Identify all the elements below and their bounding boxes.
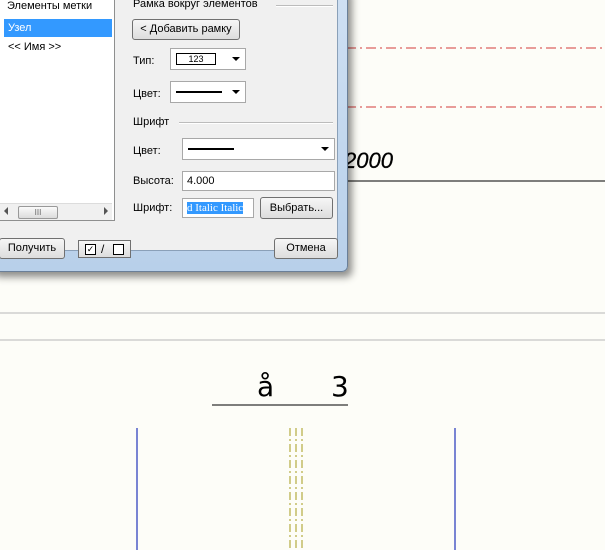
checked-checkbox-icon: ✓ (85, 244, 96, 255)
label-elements-title: Элементы метки (7, 0, 93, 12)
font-section-label: Шрифт (133, 116, 170, 128)
check-toggle-button[interactable]: ✓ / (78, 240, 131, 258)
choose-font-button[interactable]: Выбрать... (260, 197, 333, 219)
unchecked-checkbox-icon (113, 244, 124, 255)
scroll-left-icon[interactable] (4, 207, 8, 215)
height-input[interactable]: 4.000 (182, 171, 335, 191)
color-line-preview (176, 91, 222, 93)
chevron-down-icon[interactable] (232, 57, 240, 61)
chevron-down-icon[interactable] (232, 90, 240, 94)
type-label: Тип: (133, 55, 155, 67)
label-3: 3 (331, 370, 349, 403)
frame-group-title: Рамка вокруг элементов (133, 0, 258, 10)
font-input[interactable]: d Italic Italic (182, 198, 254, 218)
chevron-down-icon[interactable] (321, 147, 329, 151)
font-color-line-preview (188, 148, 234, 150)
label-settings-dialog: Элементы метки Узел << Имя >> III Рамка … (0, 0, 348, 272)
list-item-name[interactable]: << Имя >> (4, 38, 112, 56)
color-combo[interactable] (170, 81, 246, 103)
label-2000: 2000 (343, 148, 394, 173)
frame-group-separator (276, 5, 333, 7)
font-color-label: Цвет: (133, 145, 161, 157)
type-combo-value: 123 (176, 53, 216, 65)
get-button[interactable]: Получить (0, 238, 65, 259)
font-color-combo[interactable] (182, 138, 335, 160)
color-label: Цвет: (133, 88, 161, 100)
type-combo[interactable]: 123 (170, 48, 246, 70)
scroll-thumb[interactable]: III (18, 206, 58, 219)
font-label: Шрифт: (133, 202, 173, 214)
cancel-button[interactable]: Отмена (274, 238, 338, 259)
horizontal-scrollbar[interactable]: III (0, 203, 112, 220)
label-elements-panel: Элементы метки Узел << Имя >> III (0, 0, 115, 221)
toggle-separator: / (101, 242, 105, 256)
scroll-right-icon[interactable] (104, 207, 108, 215)
label-a-ring: å (257, 370, 274, 403)
height-label: Высота: (133, 175, 174, 187)
font-input-selected-text: d Italic Italic (187, 202, 244, 214)
add-frame-button[interactable]: < Добавить рамку (132, 19, 240, 40)
font-section-separator (179, 122, 333, 124)
dialog-client-area: Элементы метки Узел << Имя >> III Рамка … (0, 0, 338, 259)
list-item-node[interactable]: Узел (4, 19, 112, 37)
